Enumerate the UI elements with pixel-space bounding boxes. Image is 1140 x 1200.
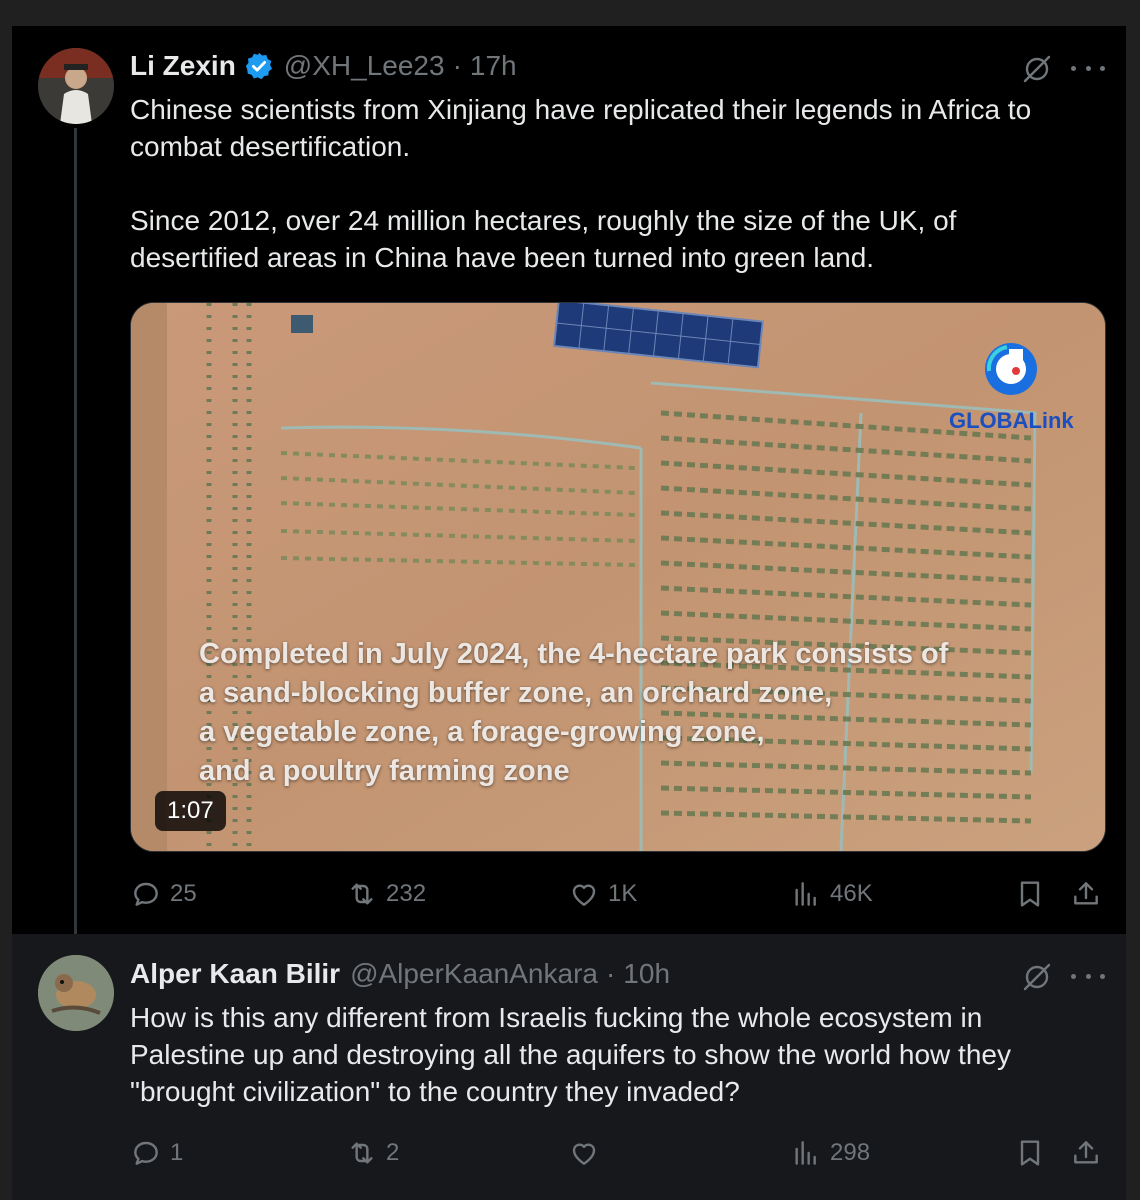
views-count: 46K	[830, 880, 873, 907]
window-frame-left	[0, 0, 12, 1200]
bookmark-button[interactable]	[1014, 874, 1046, 914]
views-button[interactable]: 298	[790, 1133, 870, 1173]
grok-icon[interactable]	[1022, 962, 1052, 992]
author-handle[interactable]: @XH_Lee23	[284, 50, 445, 82]
like-button[interactable]	[568, 1133, 608, 1173]
separator-dot: ·	[452, 50, 462, 81]
timestamp[interactable]: 17h	[470, 50, 517, 82]
like-icon	[572, 884, 596, 906]
window-frame-right	[1126, 0, 1140, 1200]
verified-badge-icon	[245, 52, 272, 80]
views-count: 298	[830, 1139, 871, 1166]
reply-count: 1	[170, 1139, 184, 1166]
avatar[interactable]	[38, 955, 114, 1031]
bookmark-button[interactable]	[1014, 1133, 1046, 1173]
repost-button[interactable]: 2	[346, 1133, 399, 1173]
repost-button[interactable]: 232	[346, 874, 426, 914]
reply-icon	[134, 882, 158, 906]
views-button[interactable]: 46K	[790, 874, 873, 914]
views-icon	[795, 1141, 816, 1165]
caption-line: Completed in July 2024, the 4-hectare pa…	[199, 638, 949, 670]
caption-line: a sand-blocking buffer zone, an orchard …	[199, 677, 833, 709]
tweet-header: Alper Kaan Bilir @AlperKaanAnkara · 10h	[130, 958, 670, 990]
repost-count: 232	[386, 880, 427, 907]
share-button[interactable]	[1070, 1133, 1102, 1173]
repost-icon	[351, 1142, 373, 1164]
share-icon	[1074, 882, 1098, 905]
grok-icon[interactable]	[1022, 54, 1052, 84]
share-button[interactable]	[1070, 874, 1102, 914]
globalink-logo	[985, 343, 1037, 395]
more-icon[interactable]	[1071, 63, 1105, 73]
share-icon	[1074, 1141, 1098, 1164]
tweet-actions: 1 2 298	[130, 1133, 1104, 1173]
author-handle[interactable]: @AlperKaanAnkara	[350, 958, 598, 990]
avatar[interactable]	[38, 48, 114, 124]
reply-count: 25	[170, 880, 197, 907]
views-icon	[795, 882, 816, 906]
tweet-header: Li Zexin @XH_Lee23 · 17h	[130, 50, 517, 82]
window-frame-top	[0, 0, 1140, 26]
bookmark-icon	[1020, 1140, 1040, 1166]
timestamp[interactable]: 10h	[623, 958, 670, 990]
author-name[interactable]: Li Zexin	[130, 50, 236, 82]
thread-line	[74, 128, 77, 934]
video-caption: Completed in July 2024, the 4-hectare pa…	[199, 635, 948, 791]
like-count: 1K	[608, 880, 638, 907]
author-name[interactable]: Alper Kaan Bilir	[130, 958, 340, 990]
more-icon[interactable]	[1071, 971, 1105, 981]
bookmark-icon	[1020, 881, 1040, 907]
like-button[interactable]: 1K	[568, 874, 637, 914]
video-duration-badge: 1:07	[155, 791, 226, 831]
caption-line: and a poultry farming zone	[199, 755, 570, 787]
tweet-actions: 25 232 1K 46K	[130, 874, 1104, 914]
video-player[interactable]: GLOBALink Completed in July 2024, the 4-…	[130, 302, 1106, 852]
tweet-text: Chinese scientists from Xinjiang have re…	[130, 94, 1032, 273]
like-icon	[572, 1143, 596, 1165]
reply-button[interactable]: 25	[130, 874, 197, 914]
repost-count: 2	[386, 1139, 400, 1166]
separator-dot: ·	[605, 958, 616, 989]
repost-icon	[351, 883, 373, 905]
caption-line: a vegetable zone, a forage-growing zone,	[199, 716, 765, 748]
brand-label: GLOBALink	[949, 408, 1074, 433]
tweet-text: How is this any different from Israelis …	[130, 1002, 1019, 1107]
reply-button[interactable]: 1	[130, 1133, 183, 1173]
reply-icon	[134, 1141, 158, 1165]
